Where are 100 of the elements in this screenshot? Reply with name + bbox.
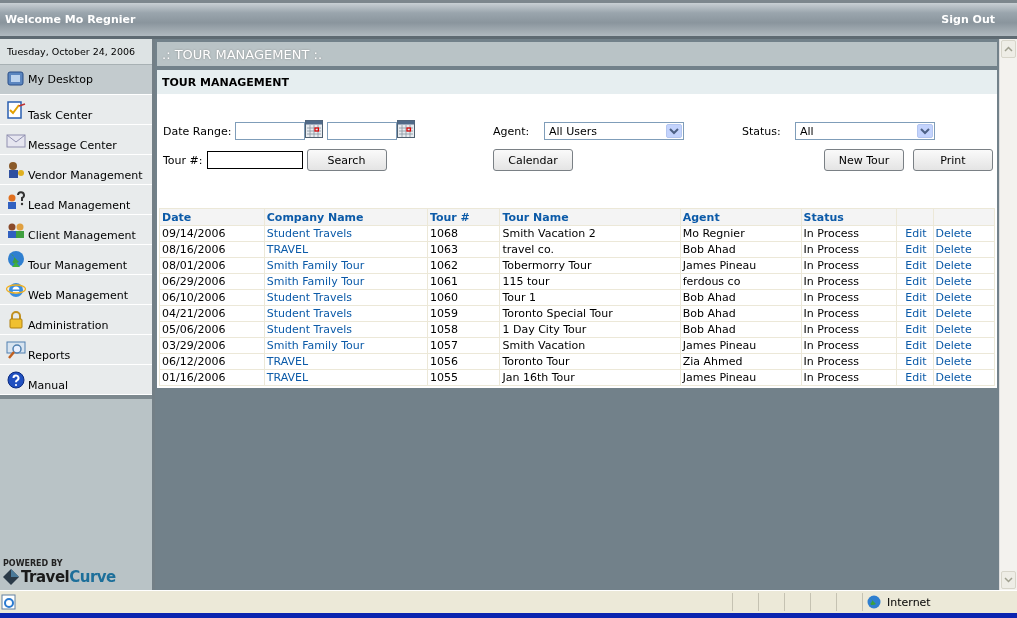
table-cell: In Process [803,323,860,336]
status-dropdown[interactable]: All [795,122,935,140]
end-date-field[interactable] [327,122,398,140]
caret-down-icon [1004,577,1013,583]
table-cell: Bob Ahad [682,291,736,304]
start-date-field[interactable] [235,122,306,140]
panel-title: TOUR MANAGEMENT [157,70,997,94]
logo-text: Travel [21,568,70,586]
status-label: Status: [742,124,782,138]
desktop-icon [6,68,26,89]
table-cell: Bob Ahad [682,307,736,320]
table-cell: Tour 1 [502,291,536,304]
table-cell: travel co. [502,243,554,256]
table-cell: James Pineau [682,339,757,352]
table-cell: 1061 [429,275,458,288]
table-cell: In Process [803,227,860,240]
table-cell: 1059 [429,307,458,320]
scrollbar[interactable] [999,39,1017,590]
calendar-button[interactable]: Calendar [493,149,573,171]
sidebar-item[interactable]: Lead Management [0,185,152,215]
search-button[interactable]: Search [306,149,387,171]
table-cell: 06/12/2006 [162,355,226,368]
sidebar-item[interactable]: My Desktop [0,65,152,95]
table-cell: Toronto Tour [502,355,570,368]
table-cell: Smith Vacation [502,339,586,352]
table-cell: 1056 [429,355,458,368]
table-cell: 08/01/2006 [162,259,226,272]
table-cell: Bob Ahad [682,243,736,256]
column-header: Status [803,210,844,224]
globe-icon [6,250,26,270]
scroll-down-button[interactable] [1001,571,1016,589]
table-cell: In Process [803,339,860,352]
scroll-up-button[interactable] [1001,40,1016,58]
table-cell: 1055 [429,371,458,384]
table-cell: James Pineau [682,259,757,272]
new-tour-button[interactable]: New Tour [824,149,904,171]
table-cell: ferdous co [682,275,741,288]
calendar-icon[interactable] [397,120,416,138]
table-cell: Zia Ahmed [682,355,743,368]
sidebar-item[interactable]: Tour Management [0,245,152,275]
globe-icon [867,595,881,609]
welcome-text: Welcome Mo Regnier [5,13,136,26]
checklist-icon [6,100,26,120]
table-cell: 1068 [429,227,458,240]
table-cell: 1062 [429,259,458,272]
tour-number-field[interactable] [206,151,303,169]
page-title: .: TOUR MANAGEMENT :. [157,42,997,66]
help-icon [6,370,26,390]
table-cell: Smith Vacation 2 [502,227,596,240]
sidebar-item[interactable]: Manual [0,365,152,395]
person-question-icon [6,190,26,210]
agent-dropdown[interactable]: All Users [544,122,684,140]
sidebar-item[interactable]: Web Management [0,275,152,305]
table-cell: 06/29/2006 [162,275,226,288]
table-cell: In Process [803,307,860,320]
table-cell: 1058 [429,323,458,336]
tour-number-label: Tour #: [163,153,203,167]
date-range-label: Date Range: [163,124,232,138]
caret-up-icon [1004,46,1013,52]
sidebar-item[interactable]: Reports [0,335,152,365]
calendar-icon[interactable] [305,120,324,138]
powered-by-text: POWERED BY [3,559,64,568]
logo-text: Curve [69,568,116,586]
table-cell: 04/21/2006 [162,307,226,320]
magnifier-icon [6,340,26,360]
table-cell: In Process [803,259,860,272]
column-header: Date [162,210,192,224]
column-header: Tour # [429,210,470,224]
sidebar-item[interactable]: Administration [0,305,152,335]
padlock-icon [6,310,26,330]
table-cell: In Process [803,371,860,384]
column-header: Tour Name [502,210,569,224]
table-cell: 1057 [429,339,458,352]
browser-icon [6,280,26,300]
diamond-logo-icon [3,569,19,585]
table-cell: 01/16/2006 [162,371,226,384]
table-cell: Mo Regnier [682,227,745,240]
table-cell: Tobermorry Tour [502,259,592,272]
table-cell: 06/10/2006 [162,291,226,304]
security-zone-text: Internet [887,595,931,609]
table-cell: Bob Ahad [682,323,736,336]
sidebar-item[interactable]: Client Management [0,215,152,245]
table-cell: James Pineau [682,371,757,384]
table-cell: In Process [803,291,860,304]
sidebar-item[interactable]: Task Center [0,95,152,125]
sidebar-item[interactable]: Message Center [0,125,152,155]
agent-label: Agent: [493,124,531,138]
table-cell: In Process [803,275,860,288]
table-cell: 1 Day City Tour [502,323,587,336]
table-cell: In Process [803,243,860,256]
table-cell: 08/16/2006 [162,243,226,256]
table-cell: 05/06/2006 [162,323,226,336]
sidebar-item[interactable]: Vendor Management [0,155,152,185]
print-button[interactable]: Print [913,149,993,171]
table-cell: 1063 [429,243,458,256]
current-date: Tuesday, October 24, 2006 [0,39,152,65]
table-cell: In Process [803,355,860,368]
table-cell: 115 tour [502,275,550,288]
column-header: Agent [682,210,720,224]
column-header: Company Name [266,210,364,224]
